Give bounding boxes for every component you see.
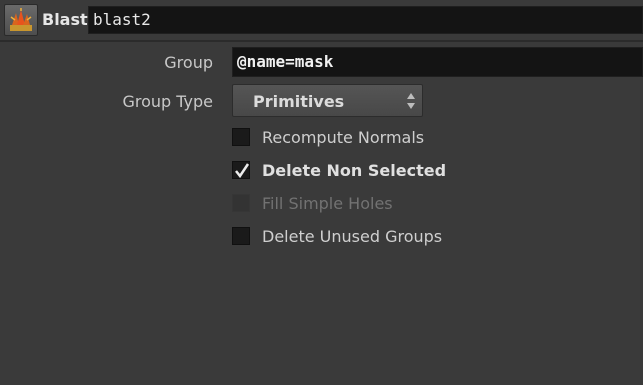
dropdown-arrows-icon bbox=[407, 93, 415, 109]
group-input[interactable]: @name=mask bbox=[232, 47, 643, 77]
group-label: Group bbox=[164, 53, 213, 72]
blast-node-icon[interactable] bbox=[4, 4, 38, 36]
fill-simple-holes-label: Fill Simple Holes bbox=[262, 194, 393, 213]
header-divider bbox=[0, 40, 643, 42]
node-header: Blast blast2 bbox=[0, 0, 643, 40]
delete-non-selected-checkbox[interactable] bbox=[232, 161, 250, 179]
checkmark-icon bbox=[235, 163, 250, 178]
node-type-label: Blast bbox=[42, 10, 88, 29]
fill-simple-holes-checkbox[interactable] bbox=[232, 194, 250, 212]
recompute-normals-label: Recompute Normals bbox=[262, 128, 425, 147]
group-type-selected: Primitives bbox=[253, 92, 345, 111]
group-type-dropdown[interactable]: Primitives bbox=[232, 84, 423, 117]
delete-unused-groups-label: Delete Unused Groups bbox=[262, 227, 443, 246]
delete-non-selected-label: Delete Non Selected bbox=[262, 161, 447, 180]
group-type-label: Group Type bbox=[122, 92, 213, 111]
node-name-field[interactable]: blast2 bbox=[88, 6, 643, 34]
recompute-normals-checkbox[interactable] bbox=[232, 128, 250, 146]
delete-unused-groups-checkbox[interactable] bbox=[232, 227, 250, 245]
